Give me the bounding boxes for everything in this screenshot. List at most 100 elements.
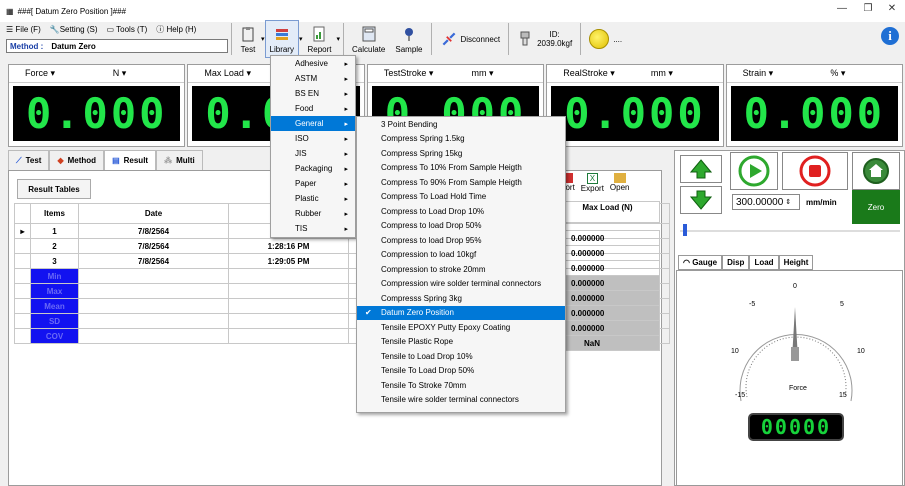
tab-method[interactable]: ◆ Method [49, 150, 105, 170]
down-button[interactable] [680, 186, 722, 214]
meter-unit-dropdown[interactable]: mm ▾ [635, 68, 723, 79]
tab-test[interactable]: ⟋ Test [8, 150, 50, 170]
arrow-down-icon [690, 190, 712, 210]
stop-button[interactable] [782, 152, 848, 190]
col-items[interactable]: Items [30, 203, 79, 224]
max-load-column: 0.000000 0.000000 0.000000 0.000000 0.00… [555, 230, 660, 351]
meter-unit-dropdown[interactable]: mm ▾ [456, 68, 544, 79]
gauge-icon: ◠ [683, 258, 693, 267]
home-icon [863, 158, 889, 184]
meter-unit-dropdown[interactable]: % ▾ [814, 68, 902, 79]
meter-force: Force ▾ N ▾ 0.000 [8, 64, 186, 147]
tab-gauge[interactable]: ◠ Gauge [678, 255, 723, 270]
minimize-button[interactable]: — [831, 3, 853, 19]
library-item[interactable]: ASTM ▸ [271, 71, 355, 86]
submenu-item[interactable]: Tensile Plastic Rope [357, 335, 565, 350]
speed-input[interactable]: 300.00000 ⇕ [732, 194, 800, 210]
library-item[interactable]: Packaging ▸ [271, 161, 355, 176]
meter-real-stroke: RealStroke ▾ mm ▾ 0.000 [546, 64, 724, 147]
menu-file[interactable]: ☰ File (F) [6, 25, 41, 34]
submenu-item[interactable]: Compression to load 10kgf [357, 248, 565, 263]
status-light[interactable]: .... [584, 20, 627, 58]
library-item-selected[interactable]: General ▸ [271, 116, 355, 131]
meter-name-dropdown[interactable]: Max Load ▾ [188, 68, 276, 79]
clipboard-icon [242, 27, 254, 42]
submenu-item[interactable]: Compress Spring 1.5kg [357, 132, 565, 147]
meter-name-dropdown[interactable]: Strain ▾ [727, 68, 815, 79]
export-button[interactable]: X Export [581, 173, 604, 201]
submenu-item[interactable]: Compress To Load Hold Time [357, 190, 565, 205]
col-max-load[interactable]: Max Load (N) [555, 201, 660, 223]
up-button[interactable] [680, 155, 722, 183]
submenu-item-selected[interactable]: ✔ Datum Zero Position [357, 305, 565, 320]
library-item[interactable]: Food ▸ [271, 101, 355, 116]
multi-icon: ⁂ [164, 156, 173, 165]
menu-setting[interactable]: 🔧Setting (S) [50, 25, 98, 34]
test-button[interactable]: Test [235, 20, 261, 58]
report-icon [313, 26, 325, 42]
tab-load[interactable]: Load [749, 255, 779, 270]
library-item[interactable]: JIS ▸ [271, 146, 355, 161]
submenu-item[interactable]: Compression to stroke 20mm [357, 262, 565, 277]
library-item[interactable]: ISO ▸ [271, 131, 355, 146]
tab-multi[interactable]: ⁂ Multi [156, 150, 203, 170]
meter-name-dropdown[interactable]: Force ▾ [9, 68, 97, 79]
submenu-item[interactable]: Tensile wire solder terminal connectors [357, 393, 565, 408]
library-dropdown: Adhesive ▸ ASTM ▸ BS EN ▸ Food ▸ General ▸ IS… [270, 55, 356, 238]
submenu-item[interactable]: Compress to Load Drop 10% [357, 204, 565, 219]
calculate-button[interactable]: Calculate [347, 20, 390, 58]
tab-height[interactable]: Height [778, 255, 814, 270]
submenu-item[interactable]: Tensile To Stroke 70mm [357, 378, 565, 393]
disconnect-button[interactable]: Disconnect [435, 20, 506, 58]
export-toolbar: port X Export Open [561, 173, 661, 201]
general-submenu: 3 Point Bending Compress Spring 1.5kg Co… [356, 116, 566, 413]
menu-tools[interactable]: ▭ Tools (T) [107, 25, 148, 34]
submenu-item[interactable]: Compress to load Drop 50% [357, 219, 565, 234]
home-button[interactable] [852, 152, 900, 190]
meter-unit-dropdown[interactable]: N ▾ [97, 68, 185, 79]
library-item[interactable]: TIS ▸ [271, 221, 355, 236]
submenu-item[interactable]: Compresss Spring 3kg [357, 291, 565, 306]
submenu-item[interactable]: Compress Spring 15kg [357, 146, 565, 161]
meter-name-dropdown[interactable]: TestStroke ▾ [368, 68, 456, 79]
load-cell-info: ID: 2039.0kgf [512, 20, 577, 58]
info-icon[interactable]: i [881, 27, 899, 45]
tab-result[interactable]: ▤ Result [104, 150, 157, 170]
submenu-item[interactable]: Compress To 90% From Sample Heigth [357, 175, 565, 190]
load-cell-icon [520, 31, 530, 46]
library-item[interactable]: Paper ▸ [271, 176, 355, 191]
submenu-item[interactable]: Tensile To Load Drop 50% [357, 364, 565, 379]
maximize-button[interactable]: ❐ [857, 3, 879, 19]
menu-help[interactable]: ⓘ Help (H) [156, 24, 196, 35]
library-button[interactable]: Library [264, 20, 299, 58]
status-light-icon [589, 29, 610, 49]
submenu-item[interactable]: Compression wire solder terminal connect… [357, 277, 565, 292]
gauge-label: Force [789, 385, 807, 392]
library-item[interactable]: Adhesive ▸ [271, 56, 355, 71]
library-item[interactable]: Plastic ▸ [271, 191, 355, 206]
app-icon: ▦ [6, 6, 14, 16]
library-item[interactable]: BS EN ▸ [271, 86, 355, 101]
submenu-item[interactable]: Tensile EPOXY Putty Epoxy Coating [357, 320, 565, 335]
sample-icon [404, 28, 413, 41]
close-button[interactable]: ✕ [881, 3, 903, 19]
speed-slider[interactable] [680, 230, 900, 232]
zero-button[interactable]: Zero [852, 190, 900, 224]
col-date[interactable]: Date [78, 203, 229, 224]
open-button[interactable]: Open [610, 173, 630, 201]
submenu-item[interactable]: Tensile to Load Drop 10% [357, 349, 565, 364]
play-icon [738, 155, 770, 187]
start-button[interactable] [730, 152, 778, 190]
report-button[interactable]: Report [302, 20, 336, 58]
submenu-item[interactable]: Compress to load Drop 95% [357, 233, 565, 248]
submenu-item[interactable]: Compress To 10% From Sample Heigth [357, 161, 565, 176]
library-item[interactable]: Rubber ▸ [271, 206, 355, 221]
stop-icon [799, 155, 831, 187]
sample-button[interactable]: Sample [390, 20, 427, 58]
meter-value: 0.000 [13, 86, 181, 141]
result-tables-button[interactable]: Result Tables [17, 179, 91, 199]
slider-thumb[interactable] [683, 224, 687, 236]
tab-disp[interactable]: Disp [722, 255, 750, 270]
meter-name-dropdown[interactable]: RealStroke ▾ [547, 68, 635, 79]
submenu-item[interactable]: 3 Point Bending [357, 117, 565, 132]
